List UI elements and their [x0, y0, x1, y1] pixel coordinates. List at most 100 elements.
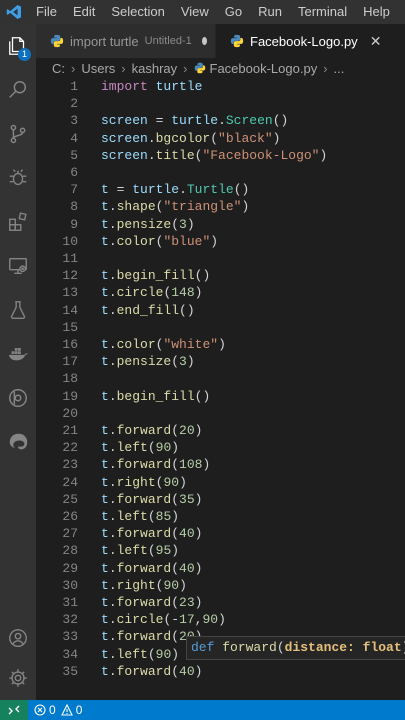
code-line[interactable]: 3 screen = turtle.Screen(): [36, 112, 405, 129]
remote-indicator-icon[interactable]: [0, 700, 28, 720]
code-line[interactable]: 12 t.begin_fill(): [36, 267, 405, 284]
code-line[interactable]: 1 import turtle: [36, 78, 405, 95]
line-number: 33: [62, 629, 78, 645]
code-line[interactable]: 8 t.shape("triangle"): [36, 198, 405, 215]
code-editor[interactable]: 1 import turtle 2 3 screen = turtle.Screen()…: [36, 78, 405, 700]
python-file-icon: [50, 34, 64, 48]
code-line[interactable]: 32 t.circle(-17,90): [36, 611, 405, 628]
python-file-icon: [230, 34, 244, 48]
remote-explorer-icon[interactable]: [0, 248, 36, 284]
code-line[interactable]: 25 t.forward(35): [36, 491, 405, 508]
code-line[interactable]: 31 t.forward(23): [36, 594, 405, 611]
breadcrumb-item[interactable]: C:: [52, 61, 65, 76]
line-number: 16: [62, 337, 78, 352]
code-line[interactable]: 9 t.pensize(3): [36, 216, 405, 233]
line-number: 19: [62, 388, 78, 404]
code-line[interactable]: 28 t.left(95): [36, 542, 405, 559]
code-line[interactable]: 30 t.right(90): [36, 577, 405, 594]
line-number: 30: [62, 577, 78, 593]
extensions-icon[interactable]: [0, 204, 36, 240]
chevron-right-icon: ›: [183, 60, 188, 76]
explorer-icon[interactable]: 1: [0, 28, 36, 64]
line-number: 17: [62, 354, 78, 370]
line-number: 18: [62, 371, 78, 387]
source-control-icon[interactable]: [0, 116, 36, 152]
unsaved-dot-icon[interactable]: [201, 37, 207, 45]
code-line[interactable]: 5 screen.title("Facebook-Logo"): [36, 147, 405, 164]
line-number: 3: [70, 113, 78, 129]
code-text: t.shape("triangle"): [101, 199, 250, 215]
line-number: 5: [70, 147, 78, 163]
gitlens-icon[interactable]: [0, 380, 36, 416]
code-text: screen.title("Facebook-Logo"): [101, 147, 328, 163]
code-text: t.left(95): [101, 543, 180, 559]
line-number: 6: [70, 165, 78, 180]
code-line[interactable]: 29 t.forward(40): [36, 560, 405, 577]
breadcrumb-item[interactable]: ...: [334, 61, 345, 76]
code-line[interactable]: 24 t.right(90): [36, 474, 405, 491]
menu-selection[interactable]: Selection: [103, 0, 172, 24]
close-icon[interactable]: ✕: [370, 33, 382, 50]
account-icon[interactable]: [0, 620, 36, 656]
line-number: 24: [62, 474, 78, 490]
code-line[interactable]: 26 t.left(85): [36, 508, 405, 525]
line-number: 20: [62, 405, 78, 421]
code-line[interactable]: 18: [36, 370, 405, 387]
menu-help[interactable]: Help: [355, 0, 398, 24]
tab-untitled-1[interactable]: import turtle Untitled-1: [36, 24, 216, 58]
settings-gear-icon[interactable]: [0, 660, 36, 696]
code-text: t.forward(23): [101, 595, 203, 610]
code-line[interactable]: 14 t.end_fill(): [36, 302, 405, 319]
code-line[interactable]: 15: [36, 319, 405, 336]
code-text: t.forward(40): [101, 526, 203, 542]
line-number: 4: [70, 130, 78, 146]
code-line[interactable]: 21 t.forward(20): [36, 422, 405, 439]
code-line[interactable]: 7 t = turtle.Turtle(): [36, 181, 405, 198]
code-text: t.right(90): [101, 577, 187, 593]
code-line[interactable]: 22 t.left(90): [36, 439, 405, 456]
tab-label: import turtle: [70, 33, 139, 49]
code-line[interactable]: 16 t.color("white"): [36, 336, 405, 353]
code-line[interactable]: 10 t.color("blue"): [36, 233, 405, 250]
code-line[interactable]: 35 t.forward(40): [36, 663, 405, 680]
docker-icon[interactable]: [0, 336, 36, 372]
tab-description: Untitled-1: [144, 35, 192, 47]
search-icon[interactable]: [0, 72, 36, 108]
menu-terminal[interactable]: Terminal: [290, 0, 355, 24]
edge-devtools-icon[interactable]: [0, 424, 36, 460]
code-text: import turtle: [101, 79, 203, 94]
code-line[interactable]: 4 screen.bgcolor("black"): [36, 130, 405, 147]
code-text: t.circle(148): [101, 285, 203, 301]
breadcrumb-item[interactable]: Facebook-Logo.py: [210, 61, 318, 76]
code-line[interactable]: 11: [36, 250, 405, 267]
menu-go[interactable]: Go: [217, 0, 250, 24]
breadcrumb-item[interactable]: kashray: [132, 61, 178, 76]
code-line[interactable]: 20: [36, 405, 405, 422]
line-number: 7: [70, 182, 78, 198]
menu-view[interactable]: View: [173, 0, 217, 24]
problems-indicator[interactable]: 0 0: [34, 703, 82, 717]
line-number: 32: [62, 612, 78, 628]
code-line[interactable]: 27 t.forward(40): [36, 525, 405, 542]
breadcrumb-item[interactable]: Users: [81, 61, 115, 76]
run-debug-icon[interactable]: [0, 160, 36, 196]
code-line[interactable]: 6: [36, 164, 405, 181]
code-line[interactable]: 17 t.pensize(3): [36, 353, 405, 370]
python-file-icon: [194, 62, 205, 74]
warning-count: 0: [75, 703, 83, 717]
menu-edit[interactable]: Edit: [65, 0, 103, 24]
menu-file[interactable]: File: [28, 0, 65, 24]
activity-bar: 1: [0, 24, 36, 700]
line-number: 21: [62, 423, 78, 438]
testing-flask-icon[interactable]: [0, 292, 36, 328]
tab-label: Facebook-Logo.py: [250, 33, 358, 49]
line-number: 28: [62, 543, 78, 559]
code-line[interactable]: 23 t.forward(108): [36, 456, 405, 473]
code-line[interactable]: 13 t.circle(148): [36, 284, 405, 301]
chevron-right-icon: ›: [121, 60, 126, 76]
code-text: t.right(90): [101, 474, 187, 490]
code-line[interactable]: 19 t.begin_fill(): [36, 388, 405, 405]
tab-facebook-logo[interactable]: Facebook-Logo.py ✕: [216, 24, 405, 58]
menu-run[interactable]: Run: [250, 0, 290, 24]
code-line[interactable]: 2: [36, 95, 405, 112]
